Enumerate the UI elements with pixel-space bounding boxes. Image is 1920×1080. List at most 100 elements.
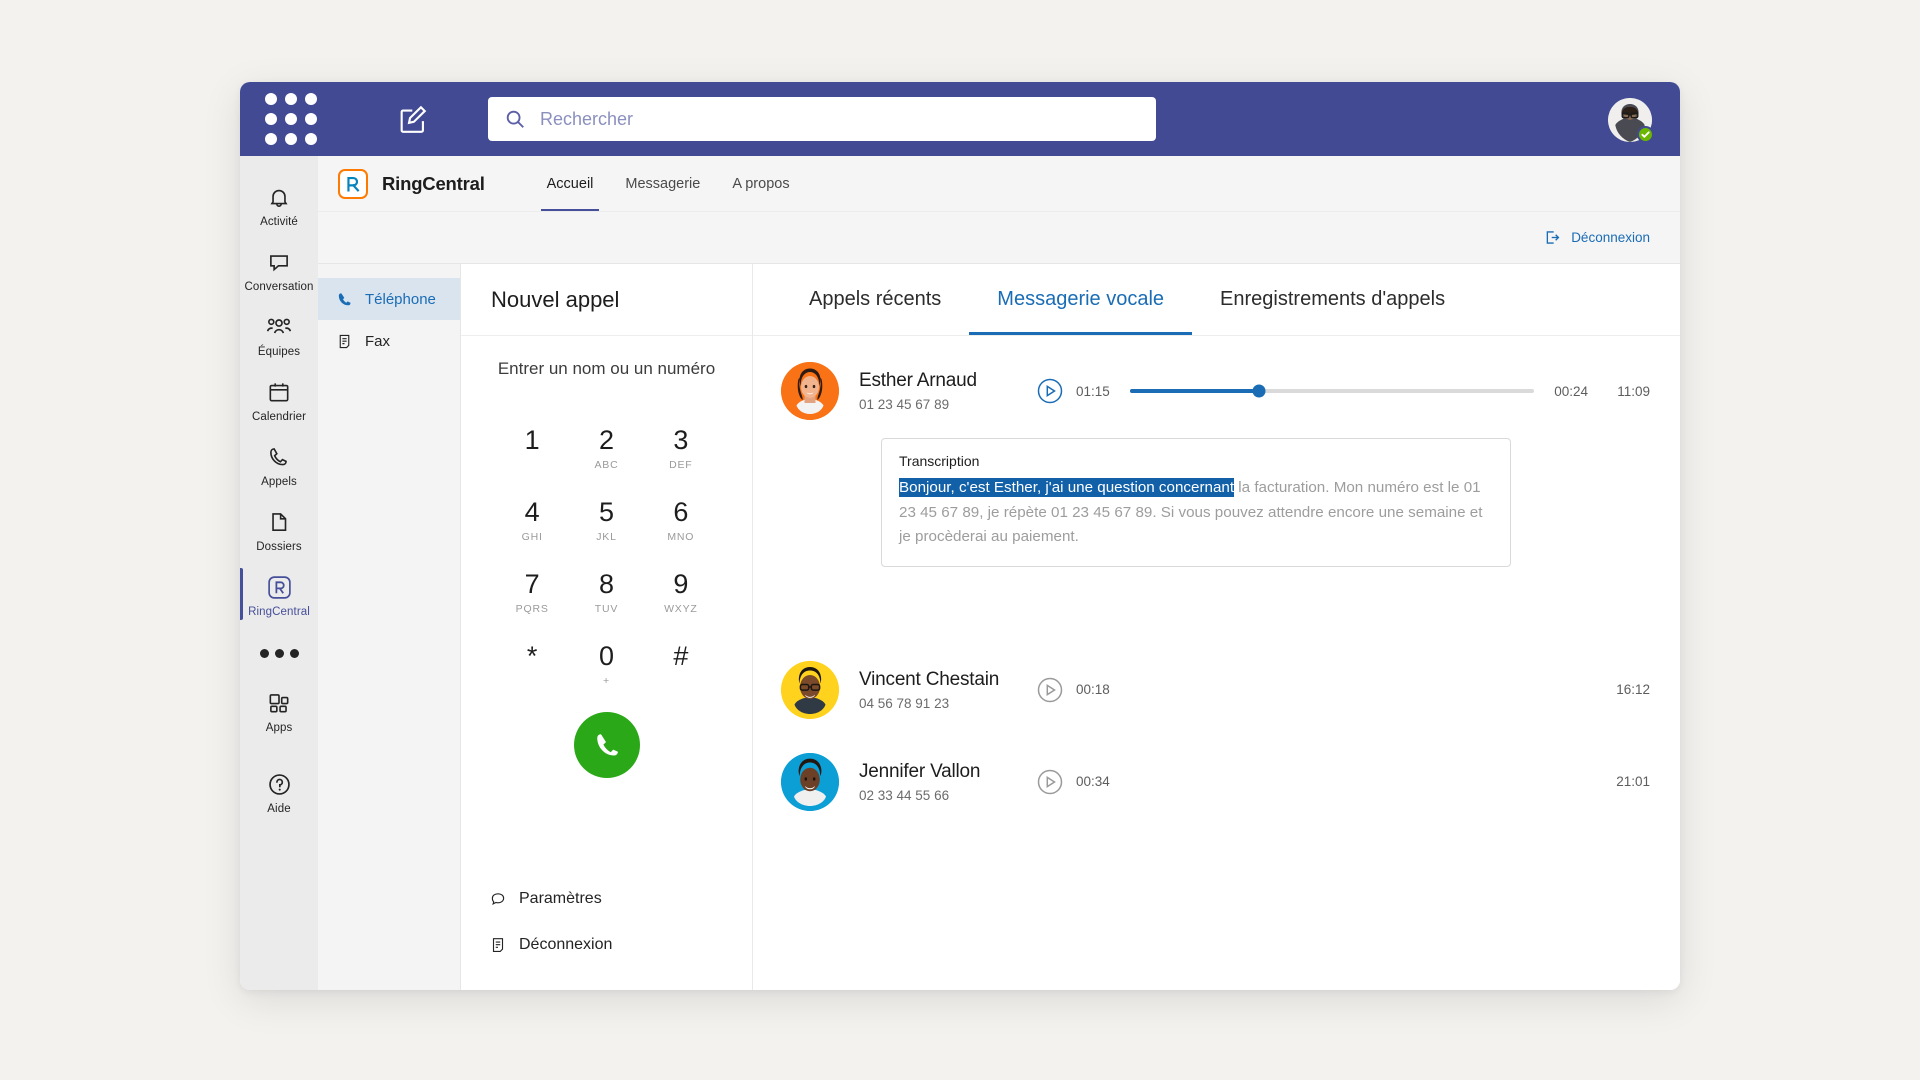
sidebar-label: Équipes [257, 346, 301, 358]
key-digit: * [526, 641, 538, 671]
avatar [781, 752, 839, 811]
nav-label: Fax [365, 332, 391, 350]
sidebar-item-activite[interactable]: Activité [240, 172, 318, 237]
voicemail-player: 00:18 [1037, 677, 1588, 703]
progress-fill [1129, 389, 1260, 393]
key-digit: 5 [598, 497, 614, 527]
play-button[interactable] [1037, 677, 1063, 703]
settings-link[interactable]: Paramètres [461, 876, 752, 922]
tab-appels-recents[interactable]: Appels récents [781, 264, 969, 335]
calendar-icon [266, 378, 292, 406]
phone-handset-icon [338, 292, 351, 305]
search-box[interactable] [488, 97, 1156, 141]
progress-knob[interactable] [1252, 384, 1266, 398]
transcription-box: Transcription Bonjour, c'est Esther, j'a… [881, 438, 1511, 567]
voicemail-identity: Esther Arnaud 01 23 45 67 89 [859, 370, 1037, 412]
key-7[interactable]: 7 PQRS [495, 560, 569, 626]
key-9[interactable]: 9 WXYZ [644, 560, 718, 626]
voicemail-row[interactable]: Jennifer Vallon 02 33 44 55 66 00:34 21:… [781, 752, 1650, 811]
key-letters: WXYZ [664, 603, 698, 615]
call-button[interactable] [573, 712, 640, 778]
elapsed-time: 01:15 [1076, 383, 1110, 399]
user-avatar-wrap[interactable] [1608, 98, 1654, 143]
key-digit: 7 [524, 569, 540, 599]
sidebar-item-appels[interactable]: Appels [240, 432, 318, 497]
nav-item-telephone[interactable]: Téléphone [318, 278, 460, 320]
key-digit: # [673, 641, 689, 671]
settings-label: Paramètres [519, 890, 602, 907]
grid-apps-icon[interactable] [258, 93, 324, 145]
sidebar-label: Aide [267, 803, 291, 815]
sidebar-item-conversation[interactable]: Conversation [240, 237, 318, 302]
key-4[interactable]: 4 GHI [495, 488, 569, 554]
remaining-time: 00:24 [1554, 383, 1588, 399]
key-letters: TUV [594, 603, 619, 615]
key-1[interactable]: 1 [495, 416, 569, 482]
tab-enregistrements-appels[interactable]: Enregistrements d'appels [1192, 264, 1473, 335]
dialer-bottom-links: Paramètres Déconnexion [461, 876, 752, 990]
search-input[interactable] [540, 108, 1140, 130]
key-6[interactable]: 6 MNO [644, 488, 718, 554]
received-time: 11:09 [1617, 383, 1650, 399]
key-5[interactable]: 5 JKL [569, 488, 643, 554]
left-rail: Activité Conversation Équipes Calendrier… [240, 156, 318, 990]
key-letters: GHI [521, 531, 543, 543]
help-circle-icon [266, 770, 293, 798]
key-digit: 4 [524, 497, 540, 527]
key-3[interactable]: 3 DEF [644, 416, 718, 482]
file-icon [266, 508, 292, 536]
bell-icon [266, 183, 292, 211]
sidebar-label: Dossiers [256, 541, 302, 553]
key-letters: MNO [667, 531, 695, 543]
tab-messagerie[interactable]: Messagerie [609, 156, 716, 211]
sidebar-label: Appels [261, 476, 297, 488]
sidebar-item-calendrier[interactable]: Calendrier [240, 367, 318, 432]
dial-input[interactable]: Entrer un nom ou un numéro [461, 336, 752, 402]
key-letters: PQRS [515, 603, 549, 615]
contact-number: 04 56 78 91 23 [859, 695, 950, 711]
key-digit: 8 [598, 569, 614, 599]
sidebar-item-equipes[interactable]: Équipes [240, 302, 318, 367]
chat-icon [266, 248, 292, 276]
key-star[interactable]: * [495, 632, 569, 698]
tab-a-propos[interactable]: A propos [716, 156, 805, 211]
settings-chat-icon [491, 893, 505, 905]
progress-slider[interactable] [1129, 384, 1535, 398]
sidebar-item-apps[interactable]: Apps [240, 678, 318, 743]
contact-number: 01 23 45 67 89 [859, 397, 950, 412]
key-8[interactable]: 8 TUV [569, 560, 643, 626]
tab-accueil[interactable]: Accueil [531, 156, 610, 211]
key-digit: 6 [673, 497, 689, 527]
voicemail-row[interactable]: Esther Arnaud 01 23 45 67 89 01:15 00:24… [781, 362, 1650, 420]
sidebar-label: RingCentral [248, 606, 310, 618]
more-dots-icon[interactable] [259, 627, 299, 678]
dialer-logout-link[interactable]: Déconnexion [461, 922, 752, 968]
logout-button[interactable]: Déconnexion [1543, 228, 1650, 247]
key-hash[interactable]: # [644, 632, 718, 698]
apps-icon [266, 689, 292, 717]
play-button[interactable] [1037, 769, 1063, 795]
key-letters: DEF [669, 459, 693, 471]
voicemail-pane: Appels récents Messagerie vocale Enregis… [753, 264, 1680, 990]
key-digit: 0 [598, 641, 614, 671]
voicemail-tabs: Appels récents Messagerie vocale Enregis… [753, 264, 1680, 336]
tab-messagerie-vocale[interactable]: Messagerie vocale [969, 264, 1192, 335]
panes: Téléphone Fax Nouvel appel Entrer un nom… [318, 264, 1680, 990]
voicemail-row[interactable]: Vincent Chestain 04 56 78 91 23 00:18 16… [781, 660, 1650, 719]
compose-pencil-icon[interactable] [396, 102, 430, 136]
key-0[interactable]: 0 + [569, 632, 643, 698]
sidebar-item-aide[interactable]: Aide [240, 759, 318, 824]
received-time: 21:01 [1616, 774, 1650, 790]
key-digit: 2 [598, 425, 614, 455]
dialer-title: Nouvel appel [461, 264, 752, 336]
sidebar-item-dossiers[interactable]: Dossiers [240, 497, 318, 562]
contact-name: Vincent Chestain [859, 668, 1000, 690]
sidebar-label: Calendrier [251, 411, 307, 423]
sidebar-item-ringcentral[interactable]: RingCentral [240, 562, 318, 627]
key-letters: + [603, 675, 610, 687]
play-button[interactable] [1037, 378, 1063, 404]
nav-item-fax[interactable]: Fax [318, 320, 460, 362]
sidebar-label: Apps [265, 722, 293, 734]
key-2[interactable]: 2 ABC [569, 416, 643, 482]
